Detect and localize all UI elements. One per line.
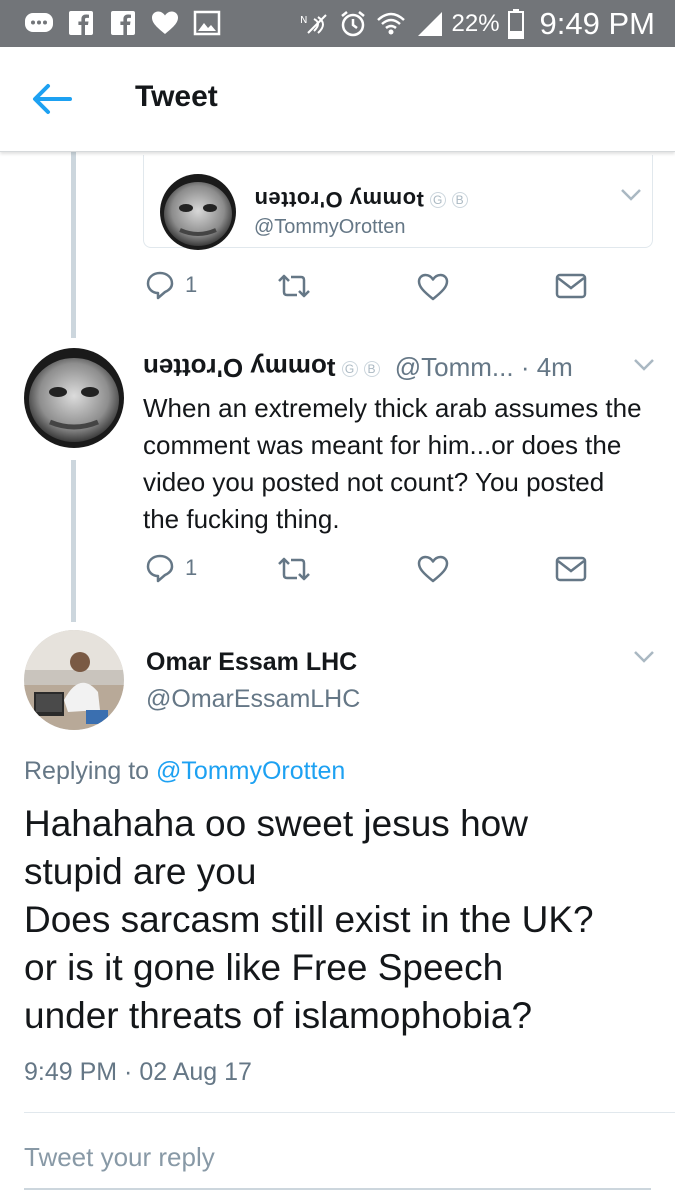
tweet-text-line: or is it gone like Free Speech [24,947,504,988]
facebook-icon [66,8,96,38]
badge-g: G [341,361,358,378]
reply-icon [146,271,174,300]
divider [24,1112,675,1113]
like-button[interactable] [417,554,449,584]
mail-icon [555,556,587,582]
reply-timestamp: · 4m [520,352,573,382]
thread-line [71,152,76,338]
avatar[interactable] [24,348,124,448]
replying-to: Replying to @TommyOrotten [24,757,345,786]
tweet-text-line: under threats of islamophobia? [24,995,533,1036]
reply-text: When an extremely thick arab assumes the… [143,393,642,534]
page-title: Tweet [135,80,218,113]
nfc-icon: N [300,9,330,39]
reply-author-handle: @Tomm... [394,352,514,382]
retweet-icon [278,557,310,581]
badge-b: B [451,192,468,209]
tweet-text-line: Hahahaha oo sweet jesus how [24,803,528,844]
avatar[interactable] [24,630,124,730]
quoted-author-name: ʇommy O'rotten G B [254,186,468,212]
author-handle: @OmarEssamLHC [146,685,361,713]
back-arrow-icon [33,84,72,114]
reply-count: 1 [185,555,198,580]
heart-icon [417,555,449,583]
reply-input[interactable]: Tweet your reply [24,1142,215,1173]
message-button[interactable] [555,556,587,582]
heart-icon [150,8,180,38]
thread-line [71,460,76,622]
tweet-timestamp: 9:49 PM · 02 Aug 17 [24,1058,252,1086]
mail-icon [555,273,587,299]
battery-percent: 22% [451,10,500,37]
tweet-text-line: stupid are you [24,851,257,892]
reply-author-name: ʇommy O'rotten [143,352,336,383]
app-bar: Tweet [0,47,675,152]
status-bar: N 22% 9:49 PM [0,0,675,47]
message-button[interactable] [555,273,587,299]
replying-to-link[interactable]: @TommyOrotten [156,757,345,785]
alarm-icon [338,9,368,39]
heart-icon [417,273,449,301]
reply-button[interactable]: 1 [145,553,197,583]
retweet-button[interactable] [275,272,313,300]
badge-g: G [429,192,446,209]
gallery-icon [192,8,222,38]
reply-button[interactable]: 1 [145,270,197,300]
reply-input-underline [24,1188,651,1190]
messages-icon [24,8,54,38]
quoted-author-handle: @TommyOrotten [254,216,406,238]
reply-icon [146,554,174,583]
battery-icon [507,9,524,39]
chevron-down-icon[interactable] [620,188,642,202]
wifi-icon [376,9,406,39]
badge-b: B [363,361,380,378]
retweet-icon [278,274,310,298]
author-name-text: ʇommy O'rotten [254,187,424,212]
chevron-down-icon[interactable] [633,650,655,664]
replying-prefix: Replying to [24,757,150,785]
signal-icon [414,9,444,39]
reply-count: 1 [185,272,198,297]
chevron-down-icon[interactable] [633,358,655,372]
svg-text:N: N [300,15,307,26]
author-name: Omar Essam LHC [146,648,358,676]
facebook-icon [108,8,138,38]
like-button[interactable] [417,272,449,302]
tweet-text-line: Does sarcasm still exist in the UK? [24,899,594,940]
back-button[interactable] [30,81,74,117]
avatar[interactable] [160,174,236,250]
tweet-text: Hahahaha oo sweet jesus how stupid are y… [24,800,664,1040]
status-time: 9:49 PM [539,6,655,41]
retweet-button[interactable] [275,555,313,583]
author-name-text: ʇommy O'rotten [143,353,336,383]
reply-header: ʇommy O'rotten G B @Tomm... · 4m [143,352,573,383]
